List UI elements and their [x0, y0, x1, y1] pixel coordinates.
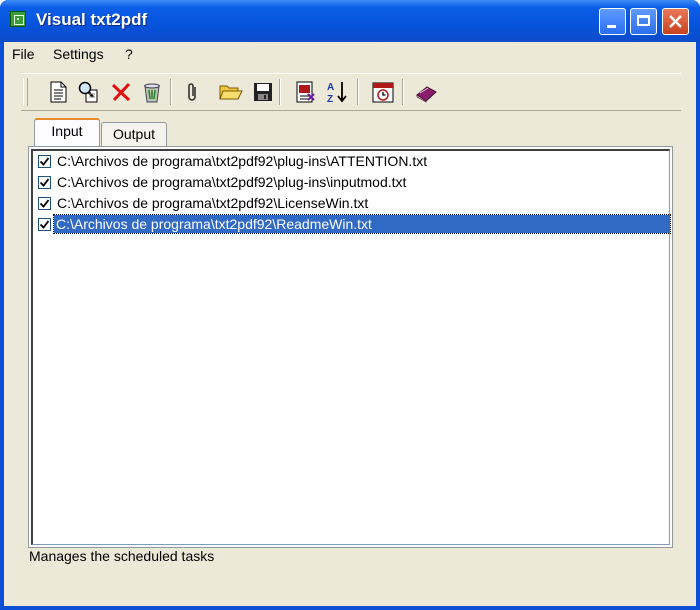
menu-file[interactable]: File: [12, 46, 35, 62]
checkbox[interactable]: [38, 197, 51, 210]
checkbox[interactable]: [38, 218, 51, 231]
menu-settings[interactable]: Settings: [53, 46, 104, 62]
title-bar[interactable]: Visual txt2pdf: [0, 0, 700, 42]
book-button[interactable]: [413, 79, 439, 105]
delete-icon: [111, 82, 131, 102]
book-icon: [416, 86, 437, 103]
schedule-icon: [372, 82, 394, 103]
toolbar-separator: [170, 79, 172, 105]
new-file-button[interactable]: [45, 79, 71, 105]
checkmark-icon: [40, 157, 49, 166]
toolbar-separator: [279, 79, 281, 105]
tab-panel: C:\Archivos de programa\txt2pdf92\plug-i…: [28, 146, 673, 548]
file-path: C:\Archivos de programa\txt2pdf92\plug-i…: [57, 153, 428, 169]
recycle-button[interactable]: [139, 79, 165, 105]
find-files-icon: [78, 81, 98, 103]
list-item-selected[interactable]: C:\Archivos de programa\txt2pdf92\Readme…: [35, 214, 671, 234]
toolbar: AZ: [21, 73, 681, 111]
toolbar-separator: [357, 79, 359, 105]
new-file-icon: [50, 81, 67, 103]
close-icon: [669, 15, 682, 28]
menu-bar: File Settings ?: [4, 42, 696, 66]
attach-icon: [188, 83, 196, 101]
schedule-button[interactable]: [370, 79, 396, 105]
status-bar: Manages the scheduled tasks: [4, 542, 696, 566]
close-button[interactable]: [662, 8, 689, 35]
list-item[interactable]: C:\Archivos de programa\txt2pdf92\Licens…: [35, 193, 668, 213]
maximize-button[interactable]: [630, 8, 657, 35]
sort-az-icon: AZ: [327, 82, 347, 104]
file-list[interactable]: C:\Archivos de programa\txt2pdf92\plug-i…: [31, 149, 671, 545]
find-files-button[interactable]: [76, 79, 102, 105]
recycle-icon: [144, 83, 160, 103]
checkmark-icon: [40, 220, 49, 229]
list-item[interactable]: C:\Archivos de programa\txt2pdf92\plug-i…: [35, 151, 668, 171]
attach-button[interactable]: [180, 79, 206, 105]
checkmark-icon: [40, 199, 49, 208]
toolbar-grip[interactable]: [23, 78, 28, 106]
convert-pdf-icon: [296, 81, 315, 103]
save-button[interactable]: [250, 79, 276, 105]
delete-button[interactable]: [108, 79, 134, 105]
checkbox[interactable]: [38, 155, 51, 168]
checkbox[interactable]: [38, 176, 51, 189]
status-text: Manages the scheduled tasks: [29, 548, 215, 564]
tab-output[interactable]: Output: [101, 122, 167, 146]
svg-text:A: A: [327, 82, 334, 93]
svg-text:Z: Z: [327, 94, 333, 104]
file-path: C:\Archivos de programa\txt2pdf92\plug-i…: [57, 174, 407, 190]
minimize-button[interactable]: [599, 8, 626, 35]
sort-az-button[interactable]: AZ: [324, 79, 350, 105]
checkmark-icon: [40, 178, 49, 187]
file-path: C:\Archivos de programa\txt2pdf92\Licens…: [57, 195, 369, 211]
window-title: Visual txt2pdf: [36, 10, 148, 29]
open-folder-icon: [219, 85, 243, 100]
list-item[interactable]: C:\Archivos de programa\txt2pdf92\plug-i…: [35, 172, 668, 192]
save-icon: [254, 83, 272, 101]
convert-pdf-button[interactable]: [292, 79, 318, 105]
tab-input[interactable]: Input: [34, 118, 100, 146]
file-path: C:\Archivos de programa\txt2pdf92\Readme…: [53, 214, 671, 234]
client-area: File Settings ? A Z Input Output C:\Arch…: [4, 42, 696, 606]
app-window: Visual txt2pdf File Settings ? A Z Input…: [0, 0, 700, 610]
toolbar-separator: [402, 79, 404, 105]
open-folder-button[interactable]: [218, 79, 244, 105]
menu-help[interactable]: ?: [125, 46, 133, 62]
app-icon[interactable]: [10, 11, 26, 27]
